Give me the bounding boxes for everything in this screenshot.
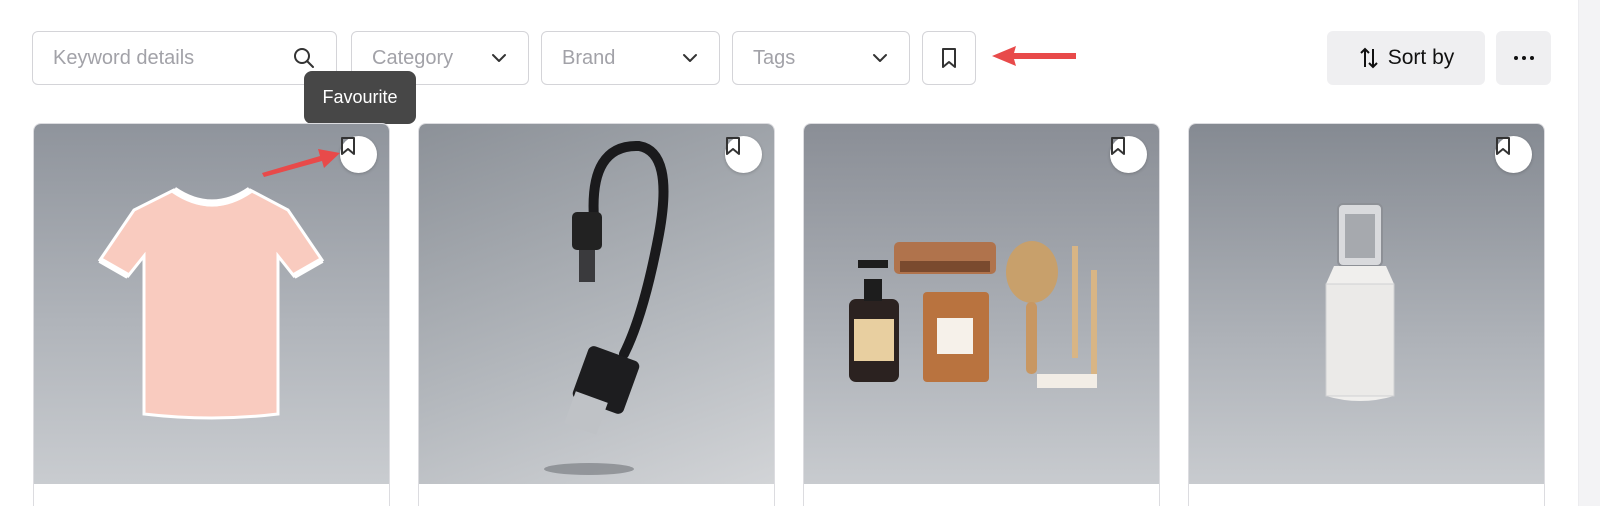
bookmark-icon bbox=[1496, 137, 1510, 155]
more-options-button[interactable] bbox=[1496, 31, 1551, 85]
chevron-down-icon bbox=[683, 54, 697, 62]
keyword-search-input[interactable]: Keyword details bbox=[32, 31, 337, 85]
tooltip-text: Favourite bbox=[322, 87, 398, 107]
scrollbar[interactable] bbox=[1578, 0, 1600, 506]
bookmark-button[interactable] bbox=[725, 136, 762, 173]
category-dropdown-label: Category bbox=[372, 46, 454, 69]
bookmark-button[interactable] bbox=[1495, 136, 1532, 173]
keyword-search-placeholder: Keyword details bbox=[53, 46, 195, 69]
bookmark-icon bbox=[726, 137, 740, 155]
sort-by-button[interactable]: Sort by bbox=[1327, 31, 1485, 85]
bookmark-icon bbox=[1111, 137, 1125, 155]
product-image-usb-cable bbox=[419, 124, 774, 484]
more-icon bbox=[1513, 56, 1534, 60]
annotation-arrow bbox=[992, 46, 1076, 66]
bookmark-button[interactable] bbox=[340, 136, 377, 173]
annotation-arrow bbox=[262, 149, 340, 177]
product-image-pump-bottle bbox=[1189, 124, 1544, 484]
product-image-t-shirt bbox=[34, 124, 389, 484]
brand-dropdown-label: Brand bbox=[562, 46, 616, 69]
brand-dropdown[interactable]: Brand bbox=[541, 31, 720, 85]
chevron-down-icon bbox=[873, 54, 887, 62]
product-card[interactable] bbox=[1188, 123, 1545, 506]
search-icon bbox=[294, 48, 314, 68]
product-card[interactable] bbox=[33, 123, 390, 506]
product-image-toiletries bbox=[804, 124, 1159, 484]
bookmark-button[interactable] bbox=[1110, 136, 1147, 173]
bookmark-icon bbox=[341, 137, 355, 155]
sort-by-label: Sort by bbox=[1387, 46, 1455, 69]
sort-icon bbox=[1360, 47, 1378, 69]
product-card[interactable] bbox=[418, 123, 775, 506]
favourite-filter-button[interactable] bbox=[922, 31, 976, 85]
favourite-tooltip: Favourite bbox=[304, 71, 416, 124]
chevron-down-icon bbox=[492, 54, 506, 62]
tags-dropdown[interactable]: Tags bbox=[732, 31, 910, 85]
product-card[interactable] bbox=[803, 123, 1160, 506]
bookmark-icon bbox=[942, 48, 956, 68]
tags-dropdown-label: Tags bbox=[753, 46, 796, 69]
